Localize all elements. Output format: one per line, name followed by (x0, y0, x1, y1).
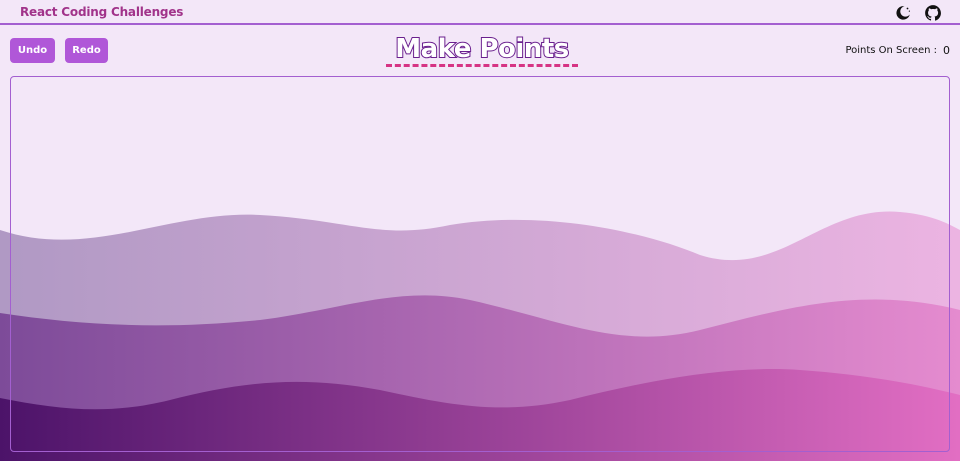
top-icons (894, 4, 942, 22)
title-underline (386, 64, 578, 67)
undo-button[interactable]: Undo (10, 38, 55, 63)
top-navbar: React Coding Challenges (0, 0, 960, 25)
points-label: Points On Screen : (845, 45, 937, 56)
moon-icon[interactable] (894, 4, 912, 22)
points-value: 0 (943, 44, 950, 57)
redo-button[interactable]: Redo (65, 38, 108, 63)
points-counter: Points On Screen : 0 (845, 44, 950, 57)
points-canvas[interactable] (10, 76, 950, 452)
brand-title[interactable]: React Coding Challenges (20, 5, 183, 19)
page-title: Make Points (382, 33, 582, 70)
github-icon[interactable] (924, 4, 942, 22)
page-title-text: Make Points (394, 33, 570, 65)
